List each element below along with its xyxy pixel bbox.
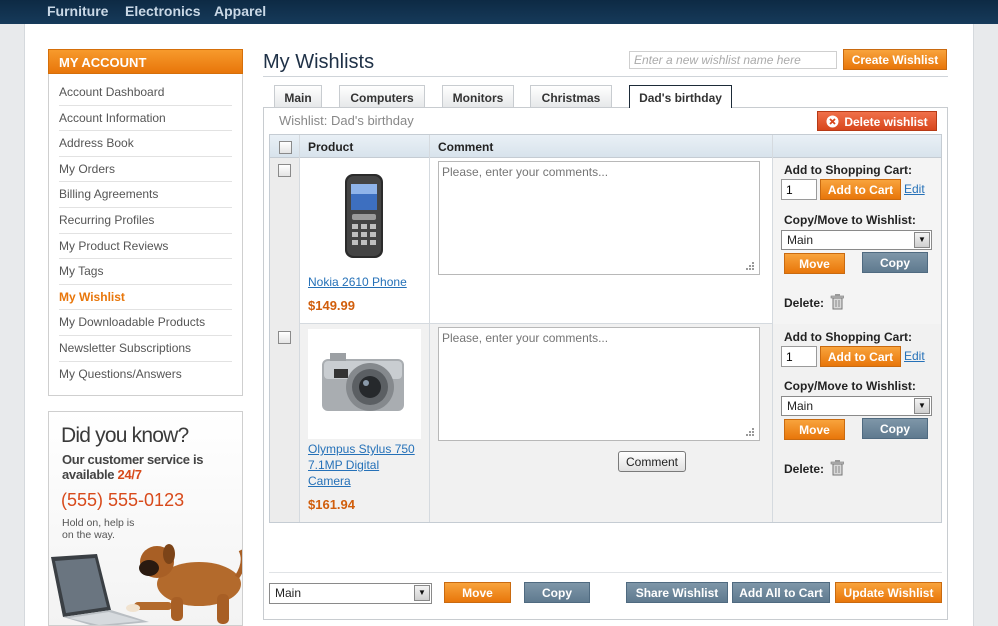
sidebar-item-questions-answers[interactable]: My Questions/Answers	[59, 362, 232, 388]
sidebar-item-newsletter-subscriptions[interactable]: Newsletter Subscriptions	[59, 336, 232, 362]
copy-button[interactable]: Copy	[862, 418, 928, 439]
quantity-input[interactable]	[781, 346, 817, 367]
column-divider	[299, 135, 300, 522]
column-divider	[772, 135, 773, 522]
row-select-checkbox[interactable]	[278, 164, 291, 177]
add-to-cart-button[interactable]: Add to Cart	[820, 179, 901, 200]
laptop-dog-illustration	[51, 544, 242, 625]
bulk-move-button[interactable]: Move	[444, 582, 511, 603]
product-link-phone[interactable]: Nokia 2610 Phone	[308, 274, 407, 290]
resize-grip-icon[interactable]	[744, 260, 754, 270]
bulk-target-wishlist-select[interactable]: Main ▼	[269, 583, 432, 604]
product-image-phone[interactable]	[308, 164, 421, 274]
title-divider	[263, 76, 948, 77]
add-all-to-cart-button[interactable]: Add All to Cart	[732, 582, 830, 603]
bulk-target-wishlist-value: Main	[275, 586, 302, 600]
product-price: $149.99	[308, 298, 355, 313]
product-link-camera[interactable]: Olympus Stylus 750 7.1MP Digital Camera	[308, 441, 415, 489]
chevron-down-icon: ▼	[914, 232, 930, 248]
sidebar-item-my-tags[interactable]: My Tags	[59, 259, 232, 285]
wishlist-name-prefix: Wishlist:	[279, 113, 331, 128]
copy-button[interactable]: Copy	[862, 252, 928, 273]
nav-link-electronics[interactable]: Electronics	[125, 3, 200, 19]
resize-grip-icon[interactable]	[744, 426, 754, 436]
comment-button[interactable]: Comment	[618, 451, 686, 472]
sidebar-item-my-orders[interactable]: My Orders	[59, 157, 232, 183]
update-wishlist-button[interactable]: Update Wishlist	[835, 582, 942, 603]
tab-monitors[interactable]: Monitors	[442, 85, 514, 107]
promo-line1: Our customer service is	[62, 452, 204, 467]
delete-circle-icon	[826, 115, 839, 128]
delete-label: Delete:	[784, 462, 825, 476]
sidebar-item-account-dashboard[interactable]: Account Dashboard	[59, 80, 232, 106]
comment-textarea[interactable]	[438, 161, 760, 275]
wishlist-name-value: Dad's birthday	[331, 113, 414, 128]
camera-image	[322, 353, 404, 411]
bulk-copy-button[interactable]: Copy	[524, 582, 590, 603]
delete-label: Delete:	[784, 296, 825, 310]
product-name-line2: 7.1MP Digital	[308, 458, 380, 472]
move-button[interactable]: Move	[784, 419, 845, 440]
nav-link-furniture[interactable]: Furniture	[47, 3, 108, 19]
add-to-cart-label: Add to Shopping Cart:	[784, 163, 912, 177]
copy-move-label: Copy/Move to Wishlist:	[784, 379, 916, 393]
account-heading: MY ACCOUNT	[48, 49, 243, 74]
product-name-line1: Olympus Stylus 750	[308, 442, 415, 456]
page-title: My Wishlists	[263, 51, 375, 73]
copy-move-label: Copy/Move to Wishlist:	[784, 213, 916, 227]
promo-title: Did you know?	[61, 424, 189, 447]
tab-main[interactable]: Main	[274, 85, 322, 107]
target-wishlist-value: Main	[787, 399, 814, 413]
sidebar-item-recurring-profiles[interactable]: Recurring Profiles	[59, 208, 232, 234]
target-wishlist-select[interactable]: Main ▼	[781, 230, 932, 250]
edit-link[interactable]: Edit	[904, 182, 925, 196]
nav-link-apparel[interactable]: Apparel	[214, 3, 266, 19]
trash-icon[interactable]	[830, 294, 844, 310]
account-navigation: Account Dashboard Account Information Ad…	[48, 74, 243, 396]
add-to-cart-button[interactable]: Add to Cart	[820, 346, 901, 367]
column-divider	[429, 135, 430, 522]
tab-computers[interactable]: Computers	[339, 85, 425, 107]
move-button[interactable]: Move	[784, 253, 845, 274]
row-select-checkbox[interactable]	[278, 331, 291, 344]
tab-dads-birthday[interactable]: Dad's birthday	[629, 85, 732, 108]
chevron-down-icon: ▼	[414, 585, 430, 601]
promo-text: Our customer service is available 24/7	[62, 452, 232, 482]
product-name-line3: Camera	[308, 474, 351, 488]
delete-wishlist-label: Delete wishlist	[844, 115, 928, 129]
select-all-checkbox[interactable]	[279, 141, 292, 154]
sidebar-item-my-wishlist[interactable]: My Wishlist	[59, 285, 232, 311]
comment-textarea[interactable]	[438, 327, 760, 441]
top-navigation: Furniture Electronics Apparel	[0, 0, 998, 24]
customer-service-promo: Did you know? Our customer service is av…	[48, 411, 243, 626]
table-header: Product Comment	[269, 134, 942, 158]
create-wishlist-button[interactable]: Create Wishlist	[843, 49, 947, 70]
sidebar-item-account-information[interactable]: Account Information	[59, 106, 232, 132]
product-price: $161.94	[308, 497, 355, 512]
column-header-product: Product	[308, 140, 354, 154]
sidebar-item-billing-agreements[interactable]: Billing Agreements	[59, 182, 232, 208]
add-to-cart-label: Add to Shopping Cart:	[784, 330, 912, 344]
new-wishlist-name-input[interactable]	[629, 51, 837, 69]
sidebar-item-downloadable-products[interactable]: My Downloadable Products	[59, 310, 232, 336]
delete-wishlist-button[interactable]: Delete wishlist	[817, 111, 937, 131]
sidebar-item-address-book[interactable]: Address Book	[59, 131, 232, 157]
target-wishlist-select[interactable]: Main ▼	[781, 396, 932, 416]
promo-hours: 24/7	[117, 467, 142, 482]
trash-icon[interactable]	[830, 460, 844, 476]
share-wishlist-button[interactable]: Share Wishlist	[626, 582, 728, 603]
chevron-down-icon: ▼	[914, 398, 930, 414]
tab-christmas[interactable]: Christmas	[530, 85, 612, 107]
footer-divider	[269, 572, 942, 573]
product-image-camera[interactable]	[308, 329, 421, 439]
edit-link[interactable]: Edit	[904, 349, 925, 363]
column-header-comment: Comment	[438, 140, 494, 154]
wishlist-name: Wishlist: Dad's birthday	[279, 113, 414, 128]
sidebar-item-product-reviews[interactable]: My Product Reviews	[59, 234, 232, 260]
target-wishlist-value: Main	[787, 233, 814, 247]
quantity-input[interactable]	[781, 179, 817, 200]
phone-image	[345, 174, 383, 258]
promo-line2-prefix: available	[62, 467, 118, 482]
promo-phone: (555) 555-0123	[61, 490, 185, 510]
